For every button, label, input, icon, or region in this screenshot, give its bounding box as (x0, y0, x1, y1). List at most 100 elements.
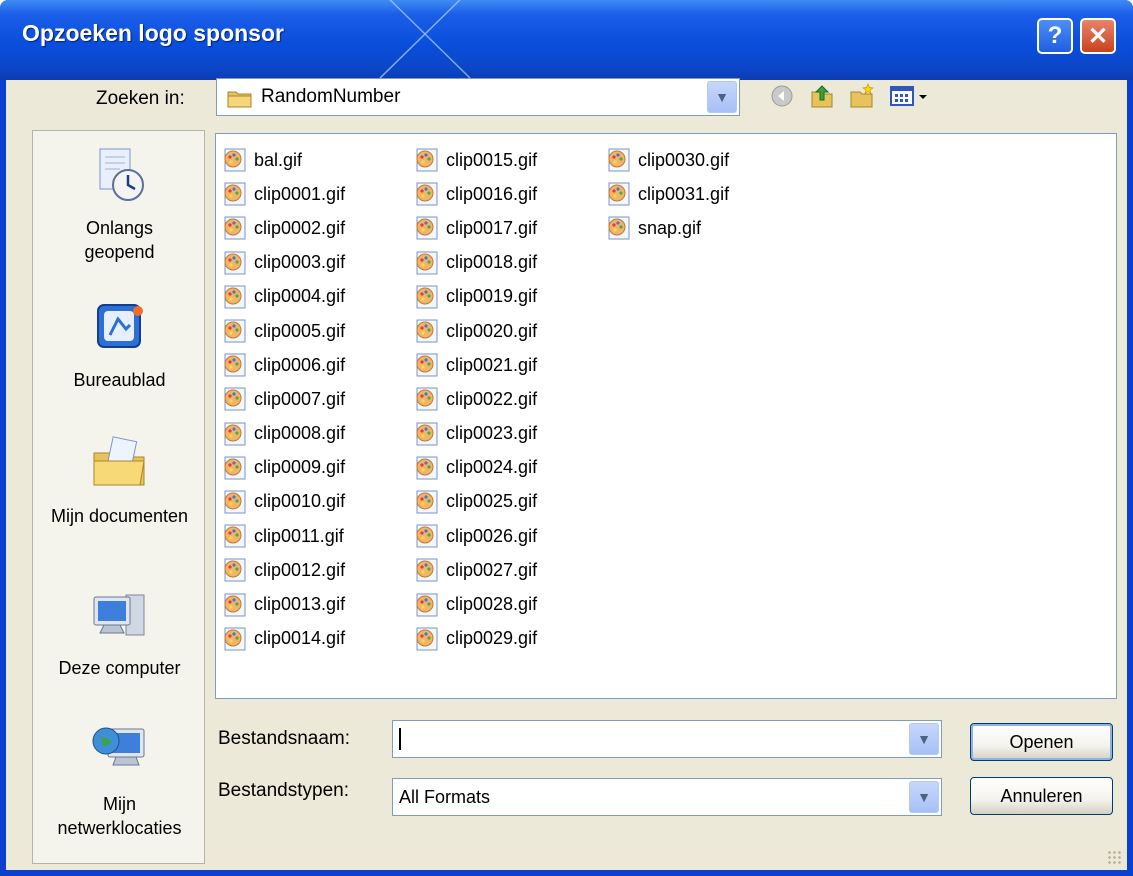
help-button[interactable]: ? (1037, 18, 1073, 54)
filename-combo[interactable]: ▼ (392, 720, 942, 758)
file-item[interactable]: clip0003.gif (222, 246, 345, 280)
file-name: clip0011.gif (254, 525, 344, 546)
file-name: clip0010.gif (254, 491, 346, 512)
place-recent[interactable]: Onlangs geopend (33, 145, 206, 264)
file-name: clip0021.gif (446, 354, 538, 375)
chevron-down-icon: ▼ (917, 731, 931, 747)
gif-image-icon (222, 557, 248, 583)
gif-image-icon (222, 352, 248, 378)
back-icon (771, 85, 793, 107)
file-item[interactable]: clip0022.gif (414, 382, 537, 416)
window-title: Opzoeken logo sponsor (22, 20, 284, 46)
file-list[interactable]: bal.gif clip0001.gif clip0002.gif clip0003.… (215, 133, 1117, 699)
file-name: clip0024.gif (446, 457, 538, 478)
file-item[interactable]: clip0012.gif (222, 553, 345, 587)
file-item[interactable]: clip0005.gif (222, 314, 345, 348)
gif-image-icon (222, 421, 248, 447)
file-item[interactable]: clip0023.gif (414, 417, 537, 451)
gif-image-icon (222, 215, 248, 241)
file-item[interactable]: clip0029.gif (414, 622, 537, 656)
file-name: clip0014.gif (254, 628, 346, 649)
gif-image-icon (414, 421, 440, 447)
new-folder-button[interactable] (846, 80, 878, 112)
file-name: clip0019.gif (446, 286, 538, 307)
place-label: Onlangs geopend (84, 218, 155, 262)
look-in-combo[interactable]: RandomNumber ▼ (216, 78, 740, 116)
desktop-icon (96, 304, 143, 348)
file-item[interactable]: clip0017.gif (414, 211, 537, 245)
view-menu-button[interactable] (888, 80, 934, 112)
recent-documents-icon (99, 148, 144, 201)
cancel-button[interactable]: Annuleren (970, 777, 1113, 815)
file-item[interactable]: clip0018.gif (414, 246, 537, 280)
filename-dropdown-button[interactable]: ▼ (909, 723, 939, 755)
file-name: clip0020.gif (446, 320, 538, 341)
file-item[interactable]: clip0010.gif (222, 485, 345, 519)
file-item[interactable]: clip0014.gif (222, 622, 345, 656)
file-name: clip0029.gif (446, 628, 538, 649)
file-item[interactable]: clip0031.gif (606, 177, 729, 211)
filetype-dropdown-button[interactable]: ▼ (909, 781, 939, 813)
gif-image-icon (414, 592, 440, 618)
file-item[interactable]: clip0027.gif (414, 553, 537, 587)
file-name: clip0025.gif (446, 491, 538, 512)
file-item[interactable]: clip0030.gif (606, 143, 729, 177)
place-network[interactable]: Mijn netwerklocaties (33, 721, 206, 840)
file-item[interactable]: clip0008.gif (222, 417, 345, 451)
resize-grip[interactable] (1107, 850, 1121, 864)
file-name: clip0003.gif (254, 252, 346, 273)
file-item[interactable]: clip0015.gif (414, 143, 537, 177)
file-item[interactable]: clip0004.gif (222, 280, 345, 314)
file-item[interactable]: clip0001.gif (222, 177, 345, 211)
look-in-dropdown-button[interactable]: ▼ (707, 81, 737, 113)
file-item[interactable]: clip0024.gif (414, 451, 537, 485)
file-name: clip0017.gif (446, 217, 538, 238)
gif-image-icon (222, 626, 248, 652)
file-name: clip0030.gif (638, 149, 730, 170)
file-column-2: clip0015.gif clip0016.gif clip0017.gif clip… (414, 143, 537, 656)
my-computer-icon (93, 594, 144, 636)
file-item[interactable]: clip0009.gif (222, 451, 345, 485)
place-my-computer[interactable]: Deze computer (33, 587, 206, 679)
file-name: clip0002.gif (254, 217, 346, 238)
file-item[interactable]: clip0026.gif (414, 519, 537, 553)
gif-image-icon (222, 147, 248, 173)
place-desktop[interactable]: Bureaublad (33, 299, 206, 391)
file-name: clip0026.gif (446, 525, 538, 546)
file-item[interactable]: clip0021.gif (414, 348, 537, 382)
file-item[interactable]: clip0006.gif (222, 348, 345, 382)
file-item[interactable]: clip0002.gif (222, 211, 345, 245)
place-my-documents[interactable]: Mijn documenten (33, 433, 206, 528)
title-bar[interactable]: Opzoeken logo sponsor ? ✕ (0, 0, 1133, 80)
help-icon: ? (1047, 22, 1063, 49)
back-button[interactable] (766, 80, 798, 112)
file-name: clip0015.gif (446, 149, 538, 170)
gif-image-icon (222, 592, 248, 618)
file-item[interactable]: clip0007.gif (222, 382, 345, 416)
filetype-value: All Formats (399, 787, 491, 807)
gif-image-icon (414, 455, 440, 481)
file-name: clip0005.gif (254, 320, 346, 341)
file-item[interactable]: bal.gif (222, 143, 345, 177)
filetype-combo[interactable]: All Formats ▼ (392, 778, 942, 816)
my-documents-icon (93, 436, 145, 486)
view-menu-icon (890, 86, 927, 106)
file-item[interactable]: clip0025.gif (414, 485, 537, 519)
chevron-down-icon: ▼ (715, 89, 729, 105)
file-item[interactable]: clip0019.gif (414, 280, 537, 314)
file-item[interactable]: clip0020.gif (414, 314, 537, 348)
new-folder-icon (850, 83, 874, 108)
file-item[interactable]: clip0016.gif (414, 177, 537, 211)
open-button[interactable]: Openen (970, 723, 1113, 761)
gif-image-icon (414, 147, 440, 173)
chevron-down-icon: ▼ (917, 789, 931, 805)
gif-image-icon (222, 455, 248, 481)
file-name: clip0018.gif (446, 252, 538, 273)
up-folder-button[interactable] (806, 80, 838, 112)
file-item[interactable]: snap.gif (606, 211, 729, 245)
file-item[interactable]: clip0013.gif (222, 587, 345, 621)
close-button[interactable]: ✕ (1080, 18, 1116, 54)
file-item[interactable]: clip0011.gif (222, 519, 345, 553)
file-item[interactable]: clip0028.gif (414, 587, 537, 621)
gif-image-icon (414, 318, 440, 344)
